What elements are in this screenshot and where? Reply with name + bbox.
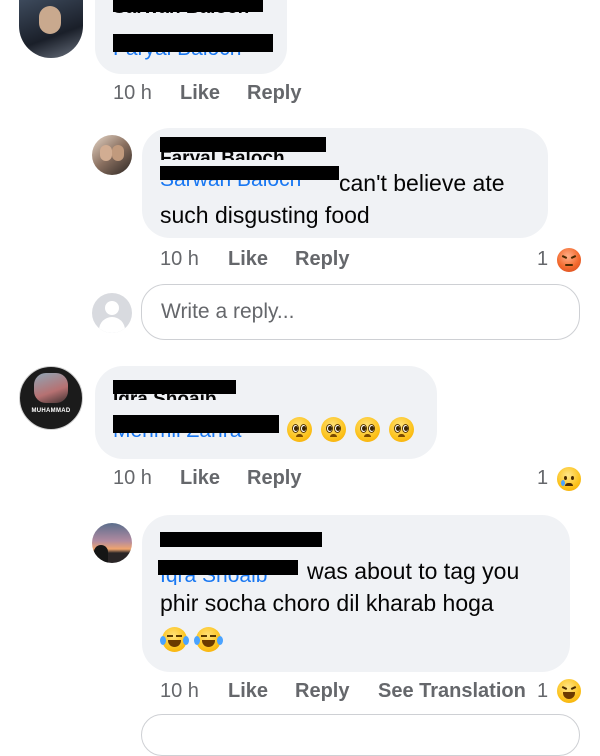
emoji-eye	[210, 635, 216, 637]
angry-reaction-brow	[570, 255, 577, 259]
emoji-mouth	[330, 434, 337, 437]
haha-reaction-eye	[561, 686, 568, 690]
tear-icon	[561, 480, 565, 486]
redaction-bar	[158, 560, 298, 575]
reply-button[interactable]: Reply	[247, 467, 301, 490]
avatar[interactable]: MUHAMMAD	[19, 366, 83, 430]
emoji-mouth	[296, 434, 303, 437]
avatar-figure	[112, 145, 124, 161]
like-button[interactable]: Like	[228, 680, 268, 703]
write-reply-input[interactable]	[141, 714, 580, 756]
reaction-count[interactable]: 1	[537, 680, 548, 703]
tears-of-joy-emoji	[160, 627, 189, 652]
write-reply-placeholder: Write a reply...	[161, 300, 295, 323]
redaction-bar	[160, 166, 339, 180]
comment-time: 10 h	[160, 680, 199, 702]
comment-text-line: can't believe ate	[339, 170, 505, 196]
sad-reaction-eye	[564, 476, 567, 480]
pleading-face-emoji	[321, 417, 346, 442]
comment-time: 10 h	[160, 248, 199, 270]
pleading-face-emoji	[355, 417, 380, 442]
reply-button[interactable]: Reply	[295, 680, 349, 703]
see-translation-link[interactable]: See Translation	[378, 680, 526, 703]
emoji-mouth	[202, 640, 215, 647]
avatar[interactable]	[19, 0, 83, 58]
avatar-head	[105, 301, 119, 315]
haha-reaction-eye	[570, 686, 577, 690]
comment-time: 10 h	[113, 467, 152, 489]
like-button[interactable]: Like	[180, 467, 220, 490]
redaction-bar	[113, 34, 273, 52]
emoji-eye	[334, 424, 341, 433]
tear-icon	[160, 636, 166, 645]
emoji-eye	[368, 424, 375, 433]
avatar[interactable]	[92, 135, 132, 175]
emoji-eye	[394, 424, 401, 433]
reply-button[interactable]: Reply	[295, 248, 349, 271]
emoji-eye	[176, 635, 182, 637]
like-button[interactable]: Like	[180, 82, 220, 105]
comment-text-line: such disgusting food	[160, 202, 370, 228]
reply-button[interactable]: Reply	[247, 82, 301, 105]
reaction-count[interactable]: 1	[537, 248, 548, 271]
emoji-mouth	[168, 640, 181, 647]
redaction-bar	[160, 137, 326, 152]
pleading-face-emoji	[389, 417, 414, 442]
tear-icon	[217, 636, 223, 645]
avatar-photo	[34, 373, 68, 403]
emoji-eye	[326, 424, 333, 433]
emoji-eye	[201, 635, 207, 637]
redaction-bar	[113, 0, 263, 12]
redaction-bar	[113, 415, 279, 433]
redaction-bar	[113, 380, 236, 394]
sad-reaction-mouth	[565, 483, 573, 486]
angry-reaction-icon[interactable]	[555, 246, 583, 274]
sad-reaction-eye	[571, 476, 574, 480]
pleading-face-emoji	[287, 417, 312, 442]
avatar-silhouette	[94, 545, 108, 563]
angry-reaction-brow	[561, 255, 568, 259]
default-avatar-icon	[92, 293, 132, 333]
comment-text-line: phir socha choro dil kharab hoga	[160, 590, 494, 616]
tear-icon	[183, 636, 189, 645]
avatar-body	[99, 317, 125, 333]
reaction-count[interactable]: 1	[537, 467, 548, 490]
emoji-eye	[167, 635, 173, 637]
emoji-mouth	[398, 434, 405, 437]
emoji-eye	[402, 424, 409, 433]
emoji-mouth	[364, 434, 371, 437]
sad-reaction-icon[interactable]	[555, 465, 583, 493]
tears-of-joy-emoji	[194, 627, 223, 652]
avatar[interactable]	[92, 523, 132, 563]
comment-text-line: was about to tag you	[307, 558, 520, 584]
emoji-eye	[292, 424, 299, 433]
avatar-figure	[100, 145, 112, 161]
like-button[interactable]: Like	[228, 248, 268, 271]
avatar-caption: MUHAMMAD	[31, 408, 71, 414]
emoji-eye	[300, 424, 307, 433]
avatar-figure	[39, 6, 61, 34]
haha-reaction-mouth	[563, 692, 575, 699]
redaction-bar	[160, 532, 322, 547]
tear-icon	[194, 636, 200, 645]
angry-reaction-mouth	[565, 264, 573, 266]
haha-reaction-icon[interactable]	[555, 677, 583, 705]
comment-time: 10 h	[113, 82, 152, 104]
emoji-eye	[360, 424, 367, 433]
